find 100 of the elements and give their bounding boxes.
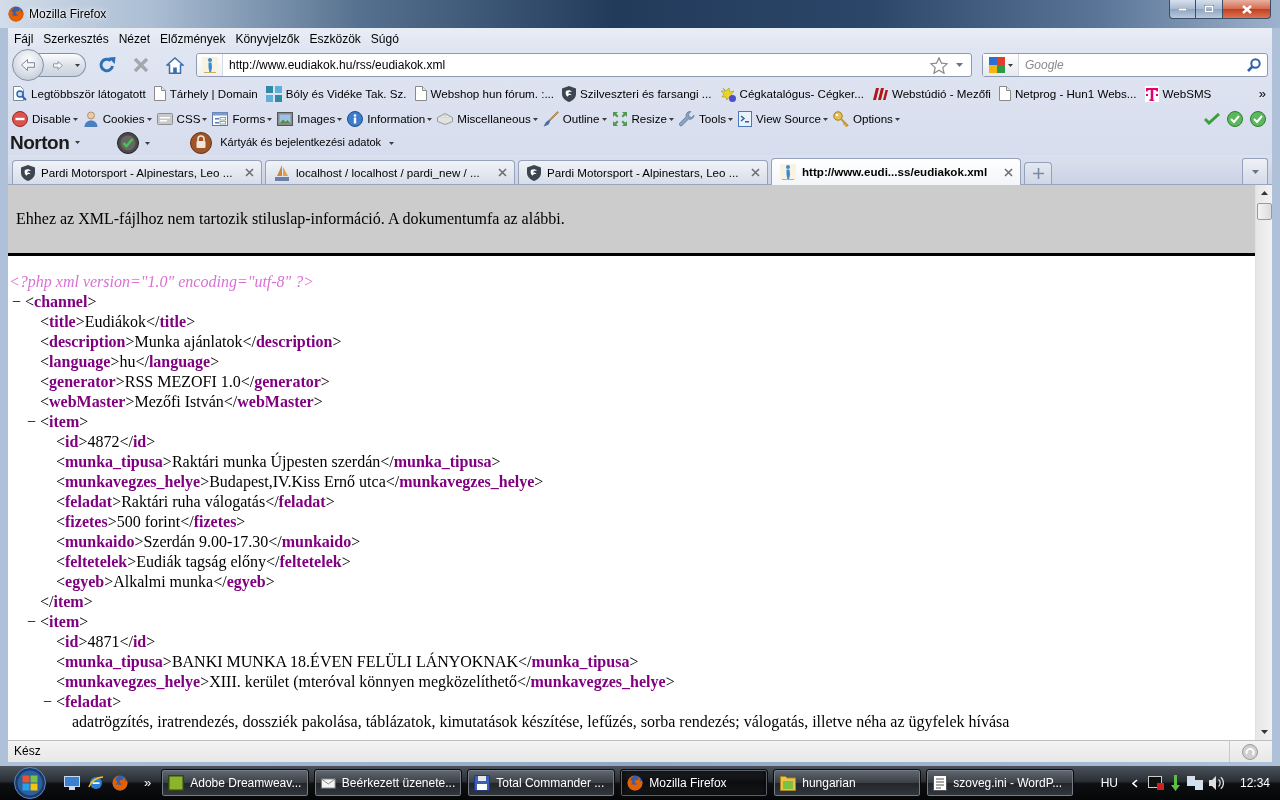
sailboat-logo-icon <box>274 164 290 181</box>
back-button[interactable] <box>12 49 44 81</box>
browser-tab[interactable]: http://www.eudi...ss/eudiakok.xml <box>771 158 1021 185</box>
browser-icon[interactable] <box>88 775 104 791</box>
scroll-down-icon[interactable] <box>1260 730 1268 734</box>
taskbar-button[interactable]: Adobe Dreamweav... <box>161 769 310 797</box>
chevron-left-icon[interactable] <box>1131 778 1138 788</box>
caret-icon <box>75 141 81 145</box>
taskbar-button[interactable]: Mozilla Firefox <box>620 769 769 797</box>
search-field[interactable]: Google <box>1019 55 1247 75</box>
network-icon[interactable] <box>1186 776 1203 790</box>
start-button[interactable] <box>13 766 47 800</box>
bookmark-item[interactable]: WebSMS <box>1141 83 1215 104</box>
identity-menu-button[interactable]: Kártyák és bejelentkezési adatok <box>190 132 395 154</box>
menu-item[interactable]: Fájl <box>9 30 39 48</box>
menu-item[interactable]: Könyvjelzők <box>230 30 305 48</box>
volume-icon[interactable] <box>1208 775 1224 791</box>
check-icon[interactable] <box>1204 113 1220 125</box>
menu-item[interactable]: Nézet <box>113 30 156 48</box>
taskbar-button[interactable]: hungarian <box>773 769 922 797</box>
toolbar-menu-button[interactable]: Forms <box>210 111 275 127</box>
menu-item[interactable]: Előzmények <box>155 30 231 48</box>
monitor-icon[interactable] <box>64 776 80 790</box>
scrollbar-thumb[interactable] <box>1256 203 1272 220</box>
collapse-toggle[interactable]: − <box>43 692 56 712</box>
toolbar-menu-button[interactable]: Miscellaneous <box>435 111 540 127</box>
bookmark-item[interactable]: Szilveszteri és farsangi ... <box>559 83 715 104</box>
check-circle-icon[interactable] <box>1227 111 1243 127</box>
bookmark-item[interactable]: Tárhely | Domain <box>150 84 261 103</box>
close-button[interactable] <box>1223 0 1271 19</box>
app-tile-icon <box>168 775 185 791</box>
caret-icon <box>427 117 433 121</box>
logo-menu-button[interactable]: Norton <box>10 131 81 155</box>
toolbar-menu-button[interactable]: Options <box>830 110 902 128</box>
browser-tab[interactable]: Pardi Motorsport - Alpinestars, Leo ... <box>12 160 262 184</box>
close-icon[interactable] <box>498 168 507 177</box>
vertical-scrollbar[interactable] <box>1255 185 1272 740</box>
minimize-button[interactable] <box>1169 0 1196 19</box>
shield-logo-icon <box>21 164 35 181</box>
close-icon[interactable] <box>245 168 254 177</box>
bookmark-item[interactable]: Netprog - Hun1 Webs... <box>995 84 1140 103</box>
taskbar-button[interactable]: Total Commander ... <box>467 769 616 797</box>
monitor-alert-icon[interactable] <box>1147 776 1164 790</box>
close-icon[interactable] <box>1004 167 1013 177</box>
search-bar[interactable]: Google <box>982 53 1268 77</box>
menu-item[interactable]: Eszközök <box>304 30 366 48</box>
toolbar-menu-button[interactable]: CSS <box>154 111 210 127</box>
xml-element: <munka_tipusa>Raktári munka Újpesten szerdán</munka_tipusa> <box>56 453 501 470</box>
close-icon[interactable] <box>751 168 760 177</box>
xml-element: <id>4872</id> <box>56 433 156 450</box>
menu-item[interactable]: Szerkesztés <box>38 30 114 48</box>
toolbar-menu-button[interactable]: Tools <box>676 110 736 128</box>
toolbar-menu-button[interactable]: Information <box>345 110 435 128</box>
figure-icon[interactable] <box>201 57 218 73</box>
browser-tab[interactable]: Pardi Motorsport - Alpinestars, Leo ... <box>518 160 768 184</box>
caret-icon[interactable] <box>1007 63 1013 67</box>
firefox-icon[interactable] <box>112 775 128 791</box>
status-menu-button[interactable] <box>117 132 151 154</box>
plus-icon <box>1032 168 1044 179</box>
toolbar-menu-button[interactable]: Resize <box>609 110 676 128</box>
toolbar-menu-button[interactable]: Disable <box>10 110 80 128</box>
bookmark-item[interactable]: Legtöbbször látogatott <box>10 84 149 103</box>
xml-element: <feladat>Raktári ruha válogatás</feladat> <box>56 493 335 510</box>
scroll-up-icon[interactable] <box>1260 191 1268 195</box>
bookmark-item[interactable]: Bóly és Vidéke Tak. Sz. <box>262 83 410 104</box>
xml-open-tag: <channel> <box>25 293 97 310</box>
taskbar-button[interactable]: Beérkezett üzenete... <box>314 769 463 797</box>
search-engine-icon[interactable] <box>988 57 1005 73</box>
toolbar-menu-button[interactable]: Outline <box>540 110 609 128</box>
caret-icon <box>145 141 151 145</box>
taskbar-button[interactable]: szoveg.ini - WordP... <box>926 769 1075 797</box>
toolbar-menu-button[interactable]: View Source <box>736 110 830 128</box>
collapse-toggle[interactable]: − <box>12 292 25 312</box>
url-field[interactable]: http://www.eudiakok.hu/rss/eudiakok.xml <box>223 55 930 75</box>
download-arrow-icon[interactable] <box>1169 775 1181 791</box>
bookmark-item[interactable]: Webshop hun fórum. :... <box>411 84 558 103</box>
caret-icon[interactable] <box>956 63 963 67</box>
star-icon[interactable] <box>930 56 948 74</box>
figure-icon <box>780 164 796 180</box>
collapse-toggle[interactable]: − <box>27 412 40 432</box>
maximize-button[interactable] <box>1196 0 1223 19</box>
check-circle-icon[interactable] <box>1250 111 1266 127</box>
clock[interactable]: 12:34 <box>1229 775 1270 791</box>
address-bar[interactable]: http://www.eudiakok.hu/rss/eudiakok.xml <box>196 53 972 77</box>
browser-tab[interactable]: localhost / localhost / pardi_new / ... <box>265 160 515 184</box>
bookmarks-overflow-button[interactable]: » <box>1254 85 1270 102</box>
xml-element: <id>4871</id> <box>56 633 156 650</box>
language-indicator[interactable]: HU <box>1100 775 1126 791</box>
bookmark-item[interactable]: Webstúdió - Mezőfi <box>868 84 994 103</box>
quick-launch-overflow-button[interactable]: » <box>140 775 156 791</box>
new-tab-button[interactable] <box>1024 162 1052 184</box>
search-icon[interactable] <box>1247 58 1261 72</box>
collapse-toggle[interactable]: − <box>27 612 40 632</box>
shield-logo-icon <box>562 85 577 102</box>
toolbar-menu-button[interactable]: Cookies <box>80 110 154 128</box>
history-dropdown-button[interactable] <box>70 53 86 77</box>
caret-icon <box>601 117 607 121</box>
bookmark-item[interactable]: Cégkatalógus- Cégker... <box>716 83 867 104</box>
menu-item[interactable]: Súgó <box>365 30 404 48</box>
toolbar-menu-button[interactable]: Images <box>275 111 345 127</box>
